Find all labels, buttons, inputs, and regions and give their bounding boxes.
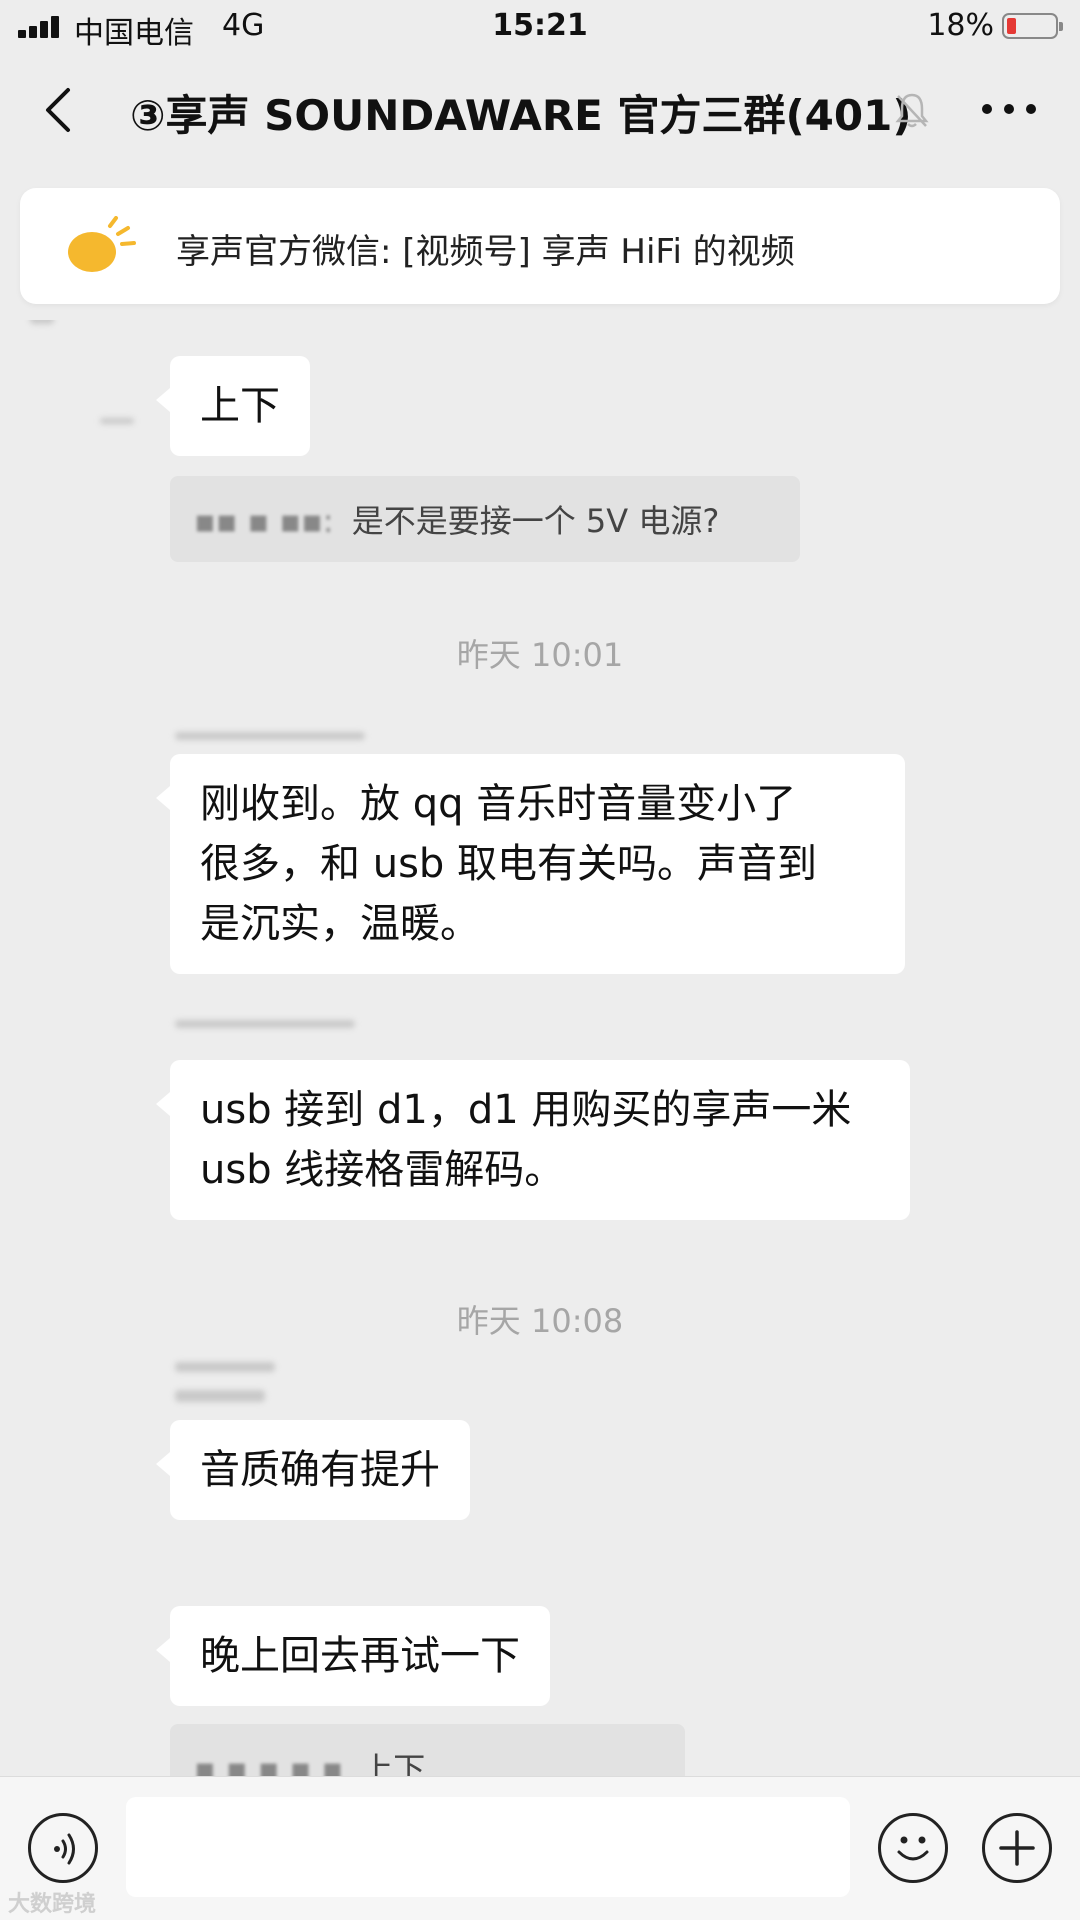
- battery-icon: [1002, 13, 1063, 39]
- message-text: 晚上回去再试一下: [200, 1633, 520, 1679]
- message-bubble[interactable]: usb 接到 d1，d1 用购买的享声一米 usb 线接格雷解码。: [156, 1060, 910, 1220]
- pinned-notice[interactable]: 享声官方微信: [视频号] 享声 HiFi 的视频: [20, 188, 1060, 304]
- message-input[interactable]: [126, 1797, 850, 1897]
- quote-text: 是不是要接一个 5V 电源?: [351, 502, 720, 540]
- chat-history[interactable]: 上下 ▪▪ ▪ ▪▪: 是不是要接一个 5V 电源? 昨天 10:01 刚收到。…: [0, 320, 1080, 1776]
- emoji-icon[interactable]: [878, 1813, 948, 1883]
- message-line: usb 接到 d1，d1 用购买的享声一米: [200, 1087, 852, 1133]
- message-bubble[interactable]: 晚上回去再试一下: [156, 1606, 550, 1706]
- message-bubble[interactable]: 上下: [156, 356, 310, 456]
- watermark: 大数跨境: [8, 1892, 97, 1917]
- quoted-message[interactable]: ▪ ▪ ▪ ▪ ▪ 上下: [170, 1724, 685, 1776]
- battery-percent: 18%: [927, 8, 994, 43]
- more-dots-icon[interactable]: [982, 94, 1036, 124]
- quoted-message[interactable]: ▪▪ ▪ ▪▪: 是不是要接一个 5V 电源?: [170, 476, 800, 562]
- quote-text: 上下: [361, 1750, 426, 1776]
- message-line: usb 线接格雷解码。: [200, 1147, 565, 1193]
- lightbulb-icon: [60, 216, 144, 276]
- quote-sender: ▪▪ ▪ ▪▪:: [194, 502, 334, 540]
- quote-sender: ▪ ▪ ▪ ▪ ▪: [194, 1750, 344, 1776]
- blurred-sender: [175, 1362, 275, 1372]
- nav-bar: ③享声 SOUNDAWARE 官方三群(401): [0, 56, 1080, 164]
- message-text: 上下: [200, 383, 280, 429]
- voice-icon[interactable]: [28, 1813, 98, 1883]
- message-text: 音质确有提升: [200, 1447, 440, 1493]
- chat-screen: 中国电信 4G 15:21 18% ③享声 SOUNDAWARE 官方三群(40…: [0, 0, 1080, 1920]
- blurred-sender: [100, 418, 134, 424]
- status-time: 15:21: [492, 8, 588, 43]
- back-icon[interactable]: [38, 84, 86, 136]
- blurred-sender: [175, 732, 365, 740]
- chat-title: ③享声 SOUNDAWARE 官方三群(401): [130, 91, 912, 140]
- message-line: 刚收到。放 qq 音乐时音量变小了: [200, 781, 797, 827]
- message-line: 很多，和 usb 取电有关吗。声音到: [200, 841, 818, 887]
- message-bubble[interactable]: 音质确有提升: [156, 1420, 470, 1520]
- plus-icon[interactable]: [982, 1813, 1052, 1883]
- message-line: 是沉实，温暖。: [200, 901, 480, 947]
- pinned-notice-text: 享声官方微信: [视频号] 享声 HiFi 的视频: [176, 232, 795, 272]
- status-bar: 中国电信 4G 15:21 18%: [0, 0, 1080, 54]
- chat-timestamp: 昨天 10:08: [456, 1302, 624, 1340]
- blurred-sender: [175, 1390, 265, 1402]
- battery-level: [1007, 18, 1016, 34]
- bell-off-icon: [892, 90, 932, 130]
- input-bar: [0, 1776, 1080, 1920]
- blurred-sender: [30, 320, 54, 324]
- message-bubble[interactable]: 刚收到。放 qq 音乐时音量变小了 很多，和 usb 取电有关吗。声音到 是沉实…: [156, 754, 905, 974]
- blurred-sender: [175, 1020, 355, 1028]
- chat-timestamp: 昨天 10:01: [456, 636, 624, 674]
